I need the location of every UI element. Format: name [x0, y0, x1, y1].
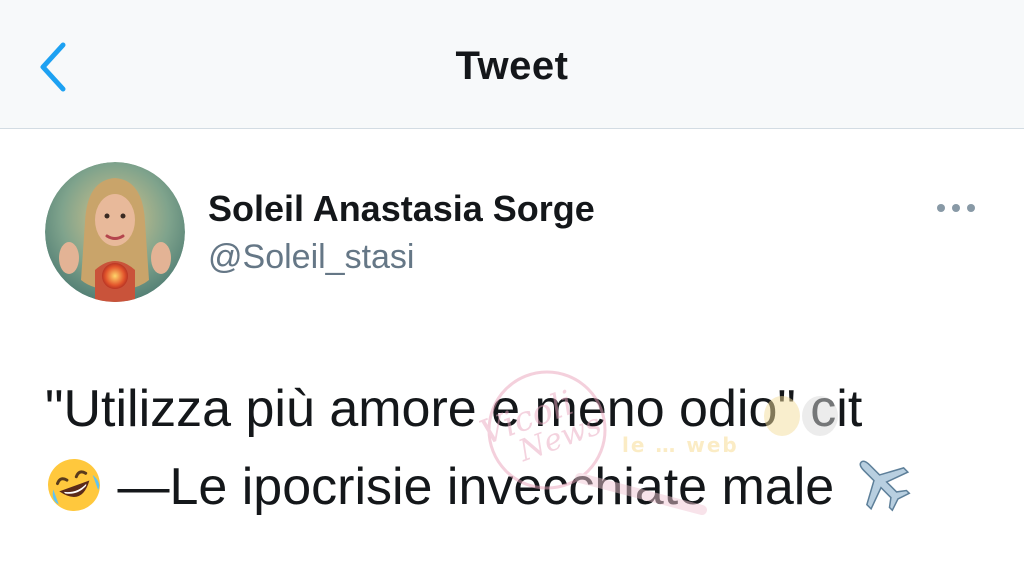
airplane-emoji [849, 450, 913, 536]
author-handle[interactable]: @Soleil_stasi [208, 238, 415, 277]
tweet-text-line-2: —Le ipocrisie invecchiate male [45, 448, 1005, 526]
tweet-text-line-2-text: —Le ipocrisie invecchiate male [117, 458, 835, 516]
tweet-body: "Utilizza più amore e meno odio" cit —Le… [45, 370, 1005, 526]
more-options-button[interactable] [930, 194, 982, 222]
avatar[interactable] [45, 162, 185, 302]
navigation-bar: Tweet [0, 0, 1024, 129]
rolling-on-floor-laughing-emoji [45, 456, 103, 536]
author-name[interactable]: Soleil Anastasia Sorge [208, 188, 595, 230]
page-title: Tweet [455, 44, 569, 88]
ellipsis-icon [937, 204, 975, 212]
tweet-text-line-1: "Utilizza più amore e meno odio" cit [45, 380, 863, 438]
